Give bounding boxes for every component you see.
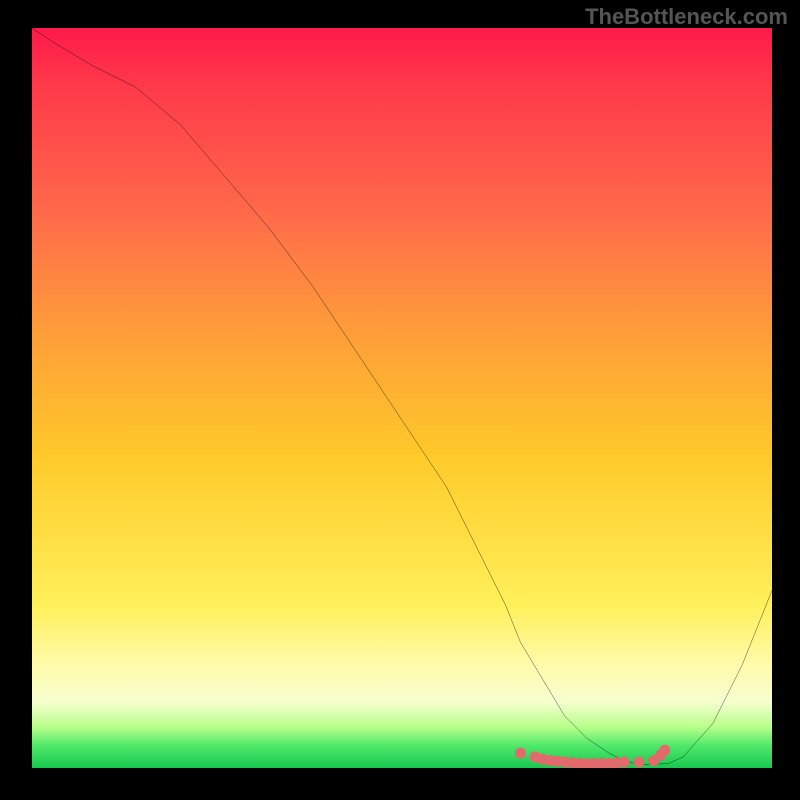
main-curve (32, 28, 772, 764)
marker-dot (515, 748, 526, 759)
watermark-text: TheBottleneck.com (585, 4, 788, 30)
chart-container: TheBottleneck.com (0, 0, 800, 800)
trough-markers (515, 745, 670, 768)
marker-dot (633, 757, 644, 768)
curve-layer (32, 28, 772, 768)
marker-dot (659, 745, 670, 756)
marker-dot (618, 757, 629, 768)
plot-area (32, 28, 772, 768)
